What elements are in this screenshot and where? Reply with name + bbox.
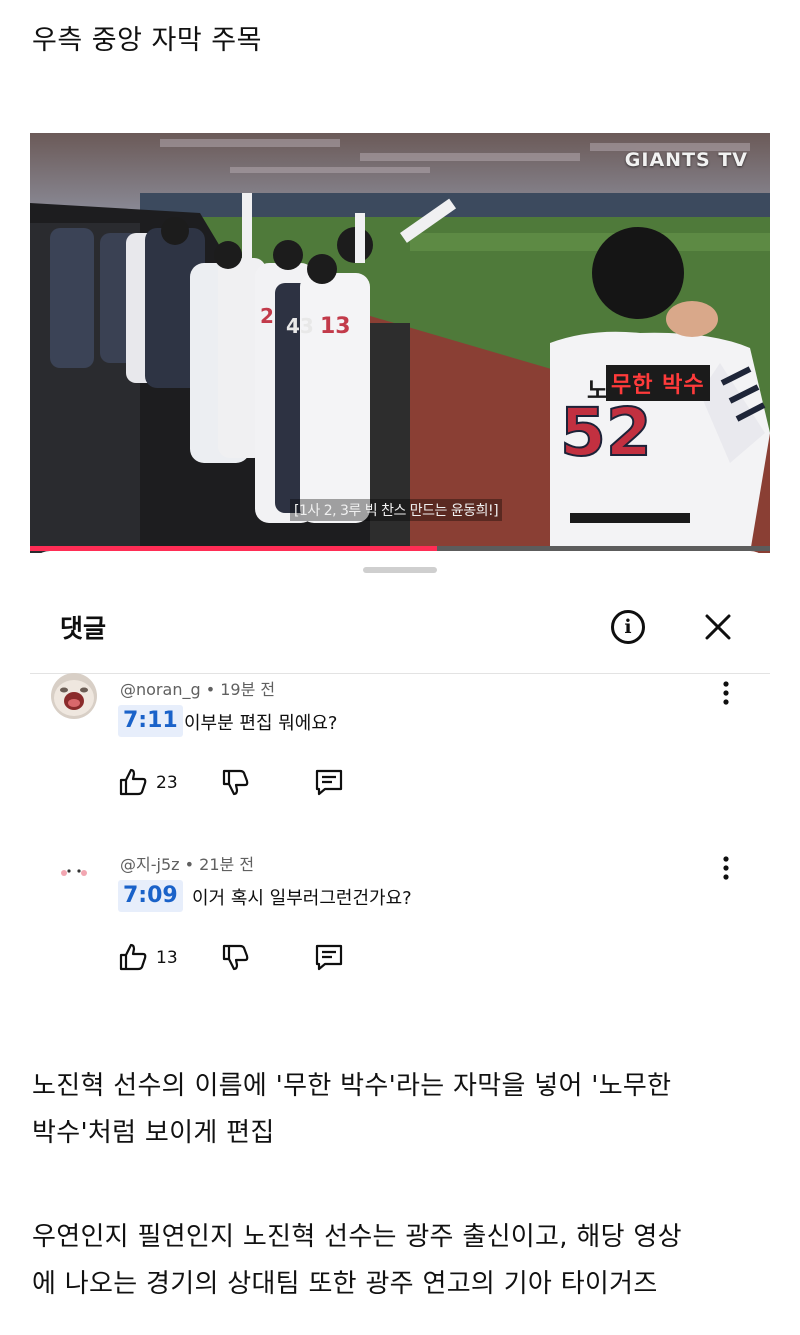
paragraph-line: 에 나오는 경기의 상대팀 또한 광주 연고의 기아 타이거즈 [32, 1269, 658, 1299]
sheet-drag-handle[interactable] [363, 567, 437, 573]
video-player[interactable]: 13 2 43 52 GIANTS TV 노 무한 박수 [1사 2, 3루 빅… [30, 133, 770, 553]
svg-text:52: 52 [560, 394, 652, 471]
video-frame-illustration: 13 2 43 52 [30, 133, 770, 553]
like-icon[interactable] [118, 942, 148, 972]
reply-icon[interactable] [313, 767, 345, 797]
blush-face-avatar[interactable] [51, 848, 97, 894]
comment-text: 이부분 편집 뭐에요? [184, 713, 338, 734]
comment-author[interactable]: @noran_g [120, 680, 201, 699]
reply-icon[interactable] [313, 942, 345, 972]
comment-meta: @지-j5z • 21분 전 [120, 851, 254, 875]
meta-dot: • [184, 855, 200, 874]
dislike-icon[interactable] [220, 942, 250, 972]
paragraph-line: 노진혁 선수의 이름에 '무한 박수'라는 자막을 넣어 '노무한 [32, 1071, 672, 1101]
comments-sheet: 댓글 i @noran_g • 19분 전 7:11 이부분 편집 뭐에요? 2… [30, 551, 770, 1031]
like-count: 13 [156, 948, 178, 968]
crying-cat-avatar[interactable] [51, 673, 97, 719]
post-heading: 우측 중앙 자막 주목 [32, 25, 262, 56]
dislike-icon[interactable] [220, 767, 250, 797]
timestamp-link[interactable]: 7:09 [118, 880, 183, 912]
timestamp-link[interactable]: 7:11 [118, 705, 183, 737]
name-caption-overlay: 무한 박수 [606, 365, 710, 401]
comment-item: @noran_g • 19분 전 7:11 이부분 편집 뭐에요? 23 [30, 673, 770, 823]
comment-text: 이거 혹시 일부러그런건가요? [192, 888, 412, 909]
comment-age: 21분 전 [199, 855, 255, 874]
paragraph-line: 박수'처럼 보이게 편집 [32, 1118, 275, 1148]
explanation-paragraph-1: 노진혁 선수의 이름에 '무한 박수'라는 자막을 넣어 '노무한 박수'처럼 … [32, 1063, 772, 1157]
svg-text:43: 43 [286, 314, 314, 338]
paragraph-line: 우연인지 필연인지 노진혁 선수는 광주 출신이고, 해당 영상 [32, 1222, 682, 1252]
more-options-icon[interactable] [718, 679, 734, 707]
comments-title: 댓글 [60, 614, 107, 643]
close-icon[interactable] [702, 611, 734, 643]
like-count: 23 [156, 773, 178, 793]
info-icon[interactable]: i [611, 610, 645, 644]
comment-item: @지-j5z • 21분 전 7:09 이거 혹시 일부러그런건가요? 13 [30, 848, 770, 998]
more-options-icon[interactable] [718, 854, 734, 882]
video-subtitle: [1사 2, 3루 빅 찬스 만드는 윤동희!] [290, 499, 503, 521]
meta-dot: • [205, 680, 221, 699]
svg-text:2: 2 [260, 304, 274, 328]
channel-logo: GIANTS TV [624, 149, 748, 171]
comment-author[interactable]: @지-j5z [120, 855, 180, 874]
like-icon[interactable] [118, 767, 148, 797]
comment-age: 19분 전 [220, 680, 276, 699]
svg-text:13: 13 [320, 314, 351, 339]
comment-meta: @noran_g • 19분 전 [120, 676, 275, 700]
explanation-paragraph-2: 우연인지 필연인지 노진혁 선수는 광주 출신이고, 해당 영상 에 나오는 경… [32, 1214, 772, 1308]
jersey-name-prefix: 노 [587, 378, 609, 404]
